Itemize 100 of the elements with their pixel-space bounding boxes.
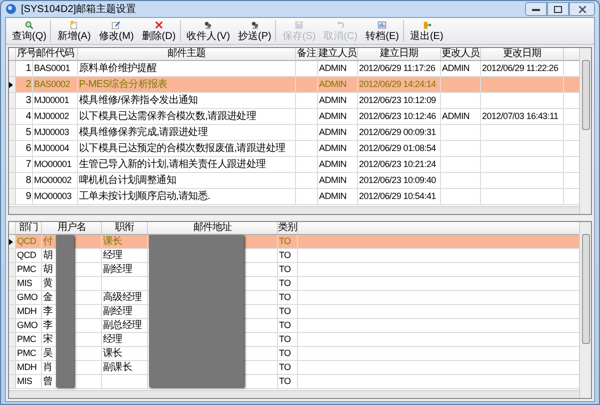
table-cell-text: PMC xyxy=(17,346,36,360)
table-cell-text: 黄 xyxy=(43,276,53,291)
table-cell-text: MJ00004 xyxy=(34,142,69,155)
table-cell-text: ADMIN xyxy=(442,110,470,123)
table-cell-text: TO xyxy=(279,262,291,276)
minimize-button[interactable] xyxy=(525,2,547,16)
table-cell-text: 模具维修保养完成,请跟进处理 xyxy=(79,126,208,140)
row-header[interactable] xyxy=(9,235,16,248)
table-row[interactable]: 3 MJ00001 模具维修/保养指令发出通知 ADMIN 2012/06/23 10:12:09 xyxy=(9,93,579,109)
table-row[interactable]: 4 MJ00002 以下模具已达需保养合模次数,请跟进处理 ADMIN 2012/06/23 10:12:46 ADMIN 2012/07/03 16:43:11 xyxy=(9,109,579,125)
table-cell-text: GMO xyxy=(17,318,38,332)
toolbar-button[interactable]: 退出(E) xyxy=(406,20,448,42)
maximize-button[interactable] xyxy=(547,2,569,16)
toolbar-button[interactable]: 抄送(P) xyxy=(234,20,276,42)
table-cell-text: TO xyxy=(279,374,291,388)
table-cell-text: QCD xyxy=(17,248,36,262)
table-cell-text: 2012/06/23 10:21:24 xyxy=(359,158,436,171)
horizontal-scrollbar[interactable] xyxy=(9,390,579,398)
table-cell-text: 2012/06/29 11:17:26 xyxy=(359,62,436,75)
table-cell-text: ADMIN xyxy=(319,78,346,91)
table-cell-text: 2012/06/29 10:54:41 xyxy=(359,190,436,203)
table-cell-text: MIS xyxy=(17,276,32,290)
vertical-scrollbar[interactable] xyxy=(579,48,591,214)
table-cell-text: 胡 xyxy=(43,248,53,263)
toolbar-button[interactable]: 删除(D) xyxy=(138,20,181,42)
table-cell-text: 胡 xyxy=(43,262,53,277)
table-cell-text: 付 xyxy=(43,235,53,249)
toolbar-button[interactable]: 新增(A) xyxy=(53,20,95,42)
table-cell-text: 金 xyxy=(43,291,53,305)
table-cell-text: BAS0001 xyxy=(34,62,70,75)
table-cell-text: MJ00002 xyxy=(34,110,69,123)
table-row[interactable]: 7 MO00001 生管已导入新的计划,请相关责任人跟进处理 ADMIN 2012/06/23 10:21:24 xyxy=(9,157,579,173)
table-cell-text: 宋 xyxy=(43,332,53,347)
table-cell-text: MJ00003 xyxy=(34,126,69,139)
row-header[interactable] xyxy=(9,77,16,92)
table-cell-text: TO xyxy=(279,304,291,318)
table-cell-text: 3 xyxy=(26,94,31,108)
table-cell-text: MO00001 xyxy=(34,158,72,171)
table-cell-text: GMO xyxy=(17,290,38,304)
table-cell-text: ADMIN xyxy=(319,94,346,107)
table-cell-text: 高级经理 xyxy=(103,290,142,305)
column-header[interactable]: 更改人员 xyxy=(441,48,481,60)
table-cell-text: MDH xyxy=(17,360,37,374)
table-cell-text: ADMIN xyxy=(319,190,346,203)
table-cell-text: 课长 xyxy=(103,234,122,249)
table-cell-text: ADMIN xyxy=(319,142,346,155)
table-cell-text: PMC xyxy=(17,332,36,346)
toolbar-button[interactable]: 转档(E) xyxy=(362,20,404,42)
table-cell-text: TO xyxy=(279,318,291,332)
table-row[interactable]: 6 MJ00004 以下模具已达预定的合模次数报废值,请跟进处理 ADMIN 2012/06/29 01:08:54 xyxy=(9,141,579,157)
table-cell-text: 工单未按计划顺序启动,请知悉. xyxy=(79,190,210,204)
table-cell-text: 副经理 xyxy=(103,263,132,277)
table-row[interactable]: 1 BAS0001 原料单价维护提醒 ADMIN 2012/06/29 11:17:26 ADMIN 2012/06/29 11:22:26 xyxy=(9,61,579,77)
vertical-scrollbar[interactable] xyxy=(579,222,591,398)
column-header[interactable]: 更改日期 xyxy=(481,48,564,60)
table-cell-text: 李 xyxy=(43,318,53,333)
close-button[interactable] xyxy=(569,2,595,16)
table-cell-text: 2012/06/29 01:08:54 xyxy=(359,142,436,155)
column-header[interactable]: 邮件地址 xyxy=(148,222,278,234)
horizontal-scrollbar[interactable] xyxy=(9,206,579,214)
scrollbar-thumb[interactable] xyxy=(582,60,590,130)
table-cell-text: 9 xyxy=(26,190,31,204)
table-cell-text: MO00003 xyxy=(34,190,72,203)
column-header[interactable]: 职衔 xyxy=(102,222,148,234)
row-pointer-icon xyxy=(9,238,13,244)
table-cell-text: 6 xyxy=(26,142,31,156)
table-cell-text: TO xyxy=(279,346,291,360)
close-icon xyxy=(578,6,586,12)
table-cell-text: 吴 xyxy=(43,347,53,361)
table-cell-text: BAS0002 xyxy=(34,78,70,91)
table-cell-text: QCD xyxy=(17,234,36,248)
table-cell-text: 李 xyxy=(43,304,53,319)
table-cell-text: ADMIN xyxy=(319,110,346,123)
table-cell-text: 啤机机台计划调整通知 xyxy=(79,174,176,188)
table-cell-text: TO xyxy=(279,360,291,374)
table-cell-text: TO xyxy=(279,290,291,304)
window-title: [SYS104D2]邮箱主题设置 xyxy=(21,2,136,16)
table-cell-text: 2012/06/23 10:12:46 xyxy=(359,110,436,123)
table-cell-text: 7 xyxy=(26,158,31,172)
scrollbar-thumb[interactable] xyxy=(582,234,590,344)
table-row[interactable]: 8 MO00002 啤机机台计划调整通知 ADMIN 2012/06/23 10:09:40 xyxy=(9,173,579,189)
toolbar-button[interactable]: 修改(M) xyxy=(94,20,138,42)
table-cell-text: ADMIN xyxy=(319,62,346,75)
table-cell-text: 经理 xyxy=(103,333,122,347)
table-row[interactable]: 5 MJ00003 模具维修保养完成,请跟进处理 ADMIN 2012/06/29 00:09:31 xyxy=(9,125,579,141)
table-cell-text: 2012/06/29 14:24:14 xyxy=(359,78,436,91)
table-cell-text: MO00002 xyxy=(34,174,72,187)
table-cell-text: 副经理 xyxy=(103,305,132,319)
column-header[interactable]: 类别 xyxy=(278,222,298,234)
table-cell-text: TO xyxy=(279,276,291,290)
table-cell-text: TO xyxy=(279,234,291,248)
table-cell-text: 2012/06/23 10:09:40 xyxy=(359,174,436,187)
table-cell-text: MJ00001 xyxy=(34,94,69,107)
table-cell-text: ADMIN xyxy=(442,62,470,75)
toolbar-button[interactable]: 收件人(V) xyxy=(182,20,234,42)
toolbar-button[interactable]: 查询(Q) xyxy=(8,20,52,42)
table-cell-text: 2012/06/29 11:22:26 xyxy=(482,62,558,75)
table-cell-text: 经理 xyxy=(103,249,122,263)
table-cell-text: MDH xyxy=(17,304,37,318)
table-row[interactable]: 9 MO00003 工单未按计划顺序启动,请知悉. ADMIN 2012/06/29 10:54:41 xyxy=(9,189,579,205)
